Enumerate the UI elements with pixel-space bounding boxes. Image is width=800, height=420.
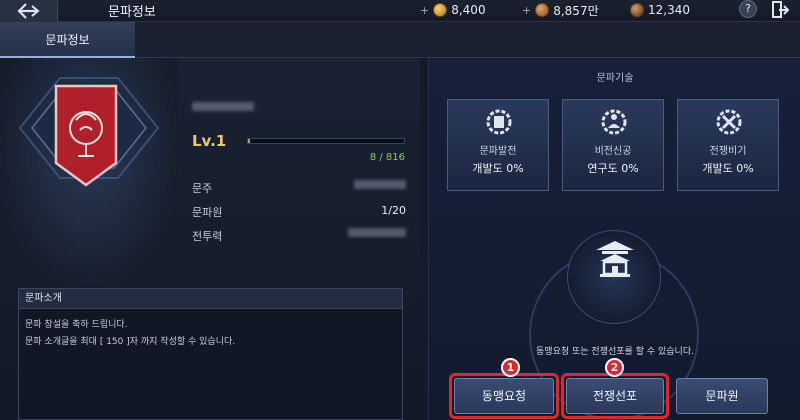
tech-card-secret-art[interactable]: 비전신공 연구도 0% xyxy=(562,99,664,191)
exp-text: 8 / 816 xyxy=(369,152,405,163)
guild-coin-icon xyxy=(630,3,644,17)
guild-level: Lv.1 xyxy=(192,132,227,150)
gold-amount: 8,400 xyxy=(451,3,486,17)
emblem-area xyxy=(0,58,178,283)
intro-line: 문파 창설을 축하 드립니다. xyxy=(25,320,128,330)
guild-name xyxy=(192,100,254,114)
add-gold-icon[interactable]: + xyxy=(420,4,429,17)
tech-name: 전쟁비기 xyxy=(709,146,747,157)
info-row-power: 전투력 xyxy=(192,228,406,244)
bronze-amount: 8,857만 xyxy=(553,3,599,18)
info-label-members: 문파원 xyxy=(192,206,223,219)
intro-line: 문파 소개글을 최대 [ 150 ]자 까지 작성할 수 있습니다. xyxy=(25,337,236,347)
help-button[interactable]: ? xyxy=(739,0,757,18)
intro-title: 문파소개 xyxy=(19,289,402,309)
tech-name: 비전신공 xyxy=(594,146,632,157)
war-tools-gear-icon xyxy=(716,109,742,135)
tab-bar: 문파정보 xyxy=(0,22,800,58)
tech-card-development[interactable]: 문파발전 개발도 0% xyxy=(447,99,549,191)
info-row-members: 문파원 1/20 xyxy=(192,204,406,220)
tech-card-war[interactable]: 전쟁비기 개발도 0% xyxy=(677,99,779,191)
guild-coin-currency: 12,340 xyxy=(630,0,690,20)
exp-bar-fill xyxy=(248,139,250,143)
exit-button[interactable] xyxy=(770,0,790,20)
back-arrow-icon xyxy=(16,3,40,19)
tech-progress: 개발도 0% xyxy=(702,162,754,175)
info-value-leader xyxy=(354,180,406,189)
step-marker-2: 2 xyxy=(605,358,624,377)
bronze-currency: + 8,857만 xyxy=(522,0,599,20)
exit-door-icon xyxy=(772,1,790,18)
guild-actions-panel: 문파기술 문파발전 개발도 0% 비전신공 연구도 0% 전쟁비기 개발도 0% xyxy=(428,58,800,420)
guild-info-panel: Lv.1 8 / 816 문주 문파원 1/20 전투력 문파소개 문파 창설을… xyxy=(0,58,420,420)
exp-bar xyxy=(247,138,405,144)
pagoda-icon xyxy=(596,241,634,277)
tech-name: 문파발전 xyxy=(479,146,517,157)
tech-progress: 개발도 0% xyxy=(472,162,524,175)
info-value-members: 1/20 xyxy=(381,204,406,217)
guild-members-button[interactable]: 문파원 xyxy=(676,378,768,414)
guild-emblem xyxy=(18,77,160,187)
top-bar: 문파정보 + 8,400 + 8,857만 12,340 ? xyxy=(0,0,800,22)
info-value-power xyxy=(348,228,406,237)
alliance-request-button[interactable]: 동맹요청 xyxy=(454,378,554,414)
add-bronze-icon[interactable]: + xyxy=(522,4,531,17)
info-label-leader: 문주 xyxy=(192,182,213,195)
gold-currency: + 8,400 xyxy=(420,0,486,20)
meditation-gear-icon xyxy=(601,109,627,135)
development-gear-icon xyxy=(486,109,512,135)
guild-intro-box[interactable]: 문파소개 문파 창설을 축하 드립니다. 문파 소개글을 최대 [ 150 ]자… xyxy=(18,288,403,420)
tech-progress: 연구도 0% xyxy=(587,162,639,175)
info-row-leader: 문주 xyxy=(192,180,406,196)
step-marker-1: 1 xyxy=(501,358,520,377)
gold-coin-icon xyxy=(433,3,448,17)
screen-title: 문파정보 xyxy=(108,5,156,20)
techniques-title: 문파기술 xyxy=(596,73,634,84)
back-button[interactable] xyxy=(0,0,58,22)
bronze-coin-icon xyxy=(535,3,550,17)
guild-coin-amount: 12,340 xyxy=(648,3,690,17)
action-notice: 동맹요청 또는 전쟁선포를 할 수 있습니다. xyxy=(536,347,694,357)
info-label-power: 전투력 xyxy=(192,230,223,243)
declare-war-button[interactable]: 전쟁선포 xyxy=(566,378,664,414)
guild-name-blurred xyxy=(192,102,254,111)
tab-guild-info[interactable]: 문파정보 xyxy=(0,22,135,58)
